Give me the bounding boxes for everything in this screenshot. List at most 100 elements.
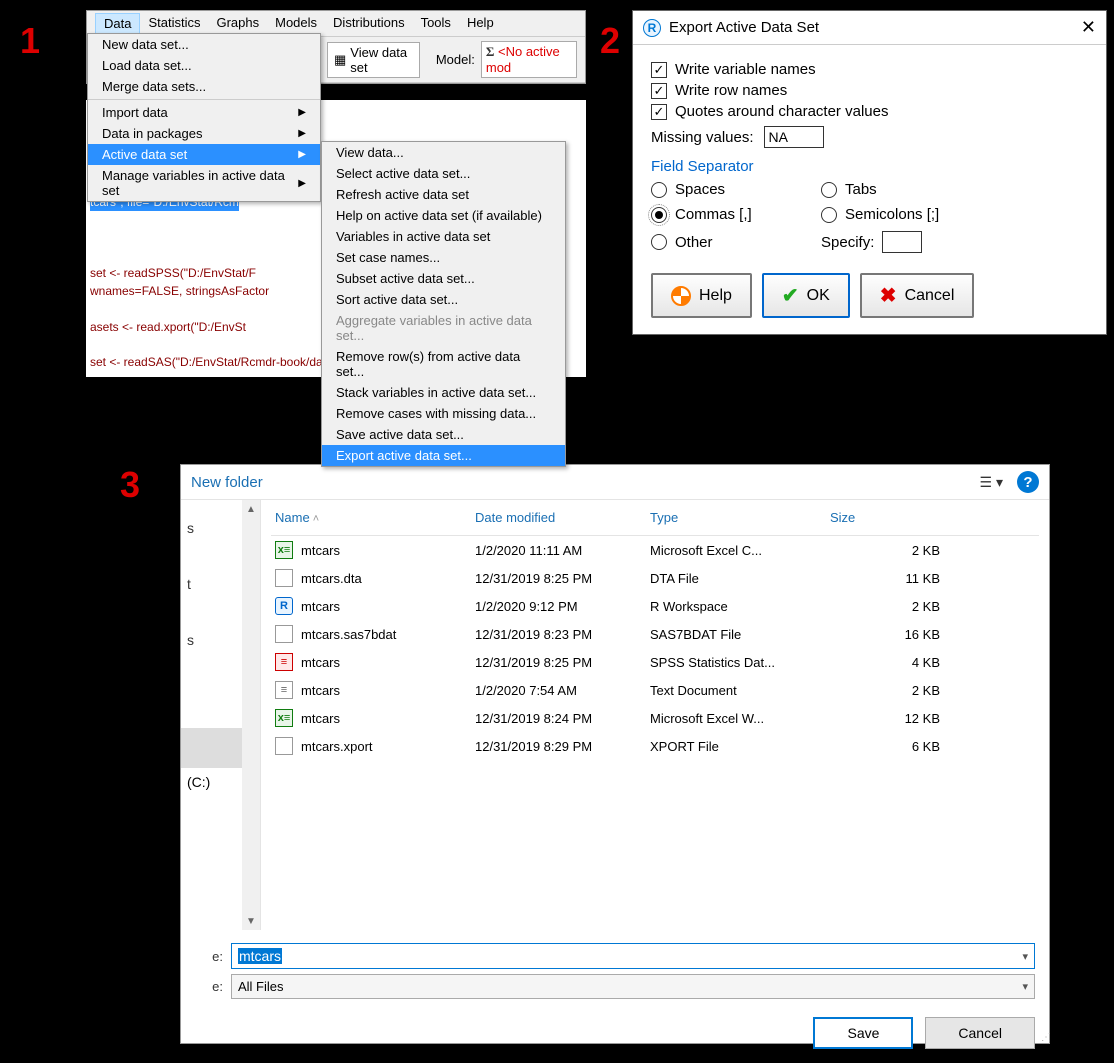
file-name: mtcars: [301, 543, 340, 558]
menu-distributions[interactable]: Distributions: [325, 13, 413, 34]
file-type: R Workspace: [650, 599, 830, 614]
radio-other[interactable]: [651, 234, 667, 250]
file-type: SPSS Statistics Dat...: [650, 655, 830, 670]
submenu-arrow-icon: ▶: [298, 178, 306, 189]
menu-merge-datasets[interactable]: Merge data sets...: [88, 76, 320, 97]
checkbox-variable-names[interactable]: ✓: [651, 62, 667, 78]
specify-input[interactable]: [882, 231, 922, 253]
missing-values-label: Missing values:: [651, 129, 754, 146]
file-date: 12/31/2019 8:23 PM: [475, 627, 650, 642]
col-size[interactable]: Size: [830, 510, 940, 525]
menu-data[interactable]: Data: [95, 13, 140, 34]
radio-tabs[interactable]: [821, 182, 837, 198]
file-icon: ≡: [275, 681, 293, 699]
file-row[interactable]: mtcars.xport12/31/2019 8:29 PMXPORT File…: [271, 732, 1039, 760]
file-row[interactable]: x≡mtcars1/2/2020 11:11 AMMicrosoft Excel…: [271, 536, 1039, 564]
file-row[interactable]: ≡mtcars1/2/2020 7:54 AMText Document2 KB: [271, 676, 1039, 704]
file-type: Microsoft Excel C...: [650, 543, 830, 558]
col-date[interactable]: Date modified: [475, 510, 650, 525]
rcmdr-window: Data Statistics Graphs Models Distributi…: [86, 10, 586, 84]
field-separator-title: Field Separator: [651, 158, 1088, 175]
submenu-view-data[interactable]: View data...: [322, 142, 565, 163]
view-options-icon[interactable]: ☰ ▾: [980, 474, 1003, 491]
file-name: mtcars: [301, 599, 340, 614]
drive-c-label[interactable]: (C:): [187, 774, 210, 790]
menu-help[interactable]: Help: [459, 13, 502, 34]
submenu-subset[interactable]: Subset active data set...: [322, 268, 565, 289]
cancel-button[interactable]: ✖Cancel: [860, 273, 975, 318]
file-row[interactable]: mtcars.dta12/31/2019 8:25 PMDTA File11 K…: [271, 564, 1039, 592]
submenu-sort[interactable]: Sort active data set...: [322, 289, 565, 310]
label-variable-names: Write variable names: [675, 61, 816, 78]
menu-graphs[interactable]: Graphs: [208, 13, 267, 34]
chevron-down-icon[interactable]: ▾: [1022, 980, 1028, 993]
active-model-field[interactable]: Σ <No active mod: [481, 41, 577, 78]
help-button[interactable]: Help: [651, 273, 752, 318]
missing-values-input[interactable]: [764, 126, 824, 148]
radio-semicolons[interactable]: [821, 207, 837, 223]
submenu-remove-rows[interactable]: Remove row(s) from active data set...: [322, 346, 565, 382]
filename-input[interactable]: mtcars▾: [231, 943, 1035, 969]
menu-active-data-set[interactable]: Active data set▶: [88, 144, 320, 165]
col-type[interactable]: Type: [650, 510, 830, 525]
scroll-down-icon[interactable]: ▼: [242, 912, 260, 930]
submenu-case-names[interactable]: Set case names...: [322, 247, 565, 268]
file-icon: [275, 625, 293, 643]
checkbox-row-names[interactable]: ✓: [651, 83, 667, 99]
radio-commas[interactable]: [651, 207, 667, 223]
file-row[interactable]: Rmtcars1/2/2020 9:12 PMR Workspace2 KB: [271, 592, 1039, 620]
submenu-help[interactable]: Help on active data set (if available): [322, 205, 565, 226]
menu-data-in-packages[interactable]: Data in packages▶: [88, 123, 320, 144]
menu-import-data[interactable]: Import data▶: [88, 102, 320, 123]
col-name[interactable]: Name: [275, 510, 475, 525]
ok-button[interactable]: ✔OK: [762, 273, 850, 318]
breadcrumb[interactable]: New folder: [191, 474, 263, 491]
file-size: 6 KB: [830, 739, 940, 754]
submenu-export[interactable]: Export active data set...: [322, 445, 565, 466]
file-row[interactable]: mtcars.sas7bdat12/31/2019 8:23 PMSAS7BDA…: [271, 620, 1039, 648]
submenu-variables[interactable]: Variables in active data set: [322, 226, 565, 247]
step-number-1: 1: [20, 20, 40, 62]
file-date: 12/31/2019 8:24 PM: [475, 711, 650, 726]
submenu-refresh[interactable]: Refresh active data set: [322, 184, 565, 205]
menu-manage-variables[interactable]: Manage variables in active data set▶: [88, 165, 320, 201]
menu-models[interactable]: Models: [267, 13, 325, 34]
lifebuoy-icon: [671, 286, 691, 306]
specify-label: Specify:: [821, 234, 874, 251]
submenu-stack[interactable]: Stack variables in active data set...: [322, 382, 565, 403]
file-icon: ≡: [275, 653, 293, 671]
menu-tools[interactable]: Tools: [413, 13, 459, 34]
chevron-down-icon[interactable]: ▾: [1022, 950, 1028, 963]
file-date: 12/31/2019 8:25 PM: [475, 655, 650, 670]
navigation-pane[interactable]: ▲ ▼ s t s (C:): [181, 500, 261, 930]
table-icon: ▦: [334, 52, 346, 68]
close-button[interactable]: ✕: [1081, 17, 1096, 38]
view-data-set-button[interactable]: ▦View data set: [327, 42, 420, 78]
save-button[interactable]: Save: [813, 1017, 913, 1049]
checkbox-quotes[interactable]: ✓: [651, 104, 667, 120]
submenu-select-active[interactable]: Select active data set...: [322, 163, 565, 184]
menu-statistics[interactable]: Statistics: [140, 13, 208, 34]
scroll-up-icon[interactable]: ▲: [242, 500, 260, 518]
sigma-icon: Σ: [486, 44, 495, 59]
file-list: Name Date modified Type Size x≡mtcars1/2…: [261, 500, 1049, 930]
check-icon: ✔: [782, 283, 799, 308]
file-size: 4 KB: [830, 655, 940, 670]
scrollbar[interactable]: [242, 500, 260, 930]
menu-load-dataset[interactable]: Load data set...: [88, 55, 320, 76]
label-other: Other: [675, 234, 713, 251]
cancel-button[interactable]: Cancel: [925, 1017, 1035, 1049]
menu-new-dataset[interactable]: New data set...: [88, 34, 320, 55]
submenu-save[interactable]: Save active data set...: [322, 424, 565, 445]
filetype-select[interactable]: All Files▾: [231, 974, 1035, 999]
file-row[interactable]: x≡mtcars12/31/2019 8:24 PMMicrosoft Exce…: [271, 704, 1039, 732]
help-icon[interactable]: ?: [1017, 471, 1039, 493]
export-dialog: R Export Active Data Set ✕ ✓Write variab…: [632, 10, 1107, 335]
save-file-dialog: New folder ☰ ▾ ? ▲ ▼ s t s (C:) Name Dat…: [180, 464, 1050, 1044]
submenu-remove-cases[interactable]: Remove cases with missing data...: [322, 403, 565, 424]
resize-grip-icon[interactable]: ⋰: [1041, 1032, 1049, 1043]
file-date: 1/2/2020 9:12 PM: [475, 599, 650, 614]
x-icon: ✖: [880, 283, 897, 308]
file-row[interactable]: ≡mtcars12/31/2019 8:25 PMSPSS Statistics…: [271, 648, 1039, 676]
radio-spaces[interactable]: [651, 182, 667, 198]
